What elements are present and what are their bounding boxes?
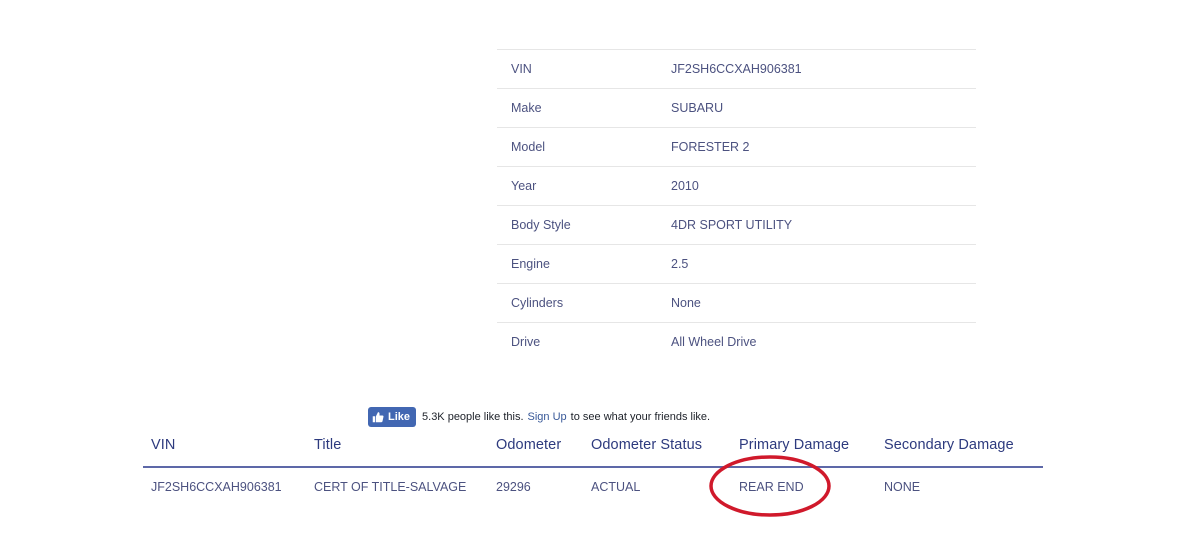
column-header-odometer-status: Odometer Status <box>591 437 703 453</box>
column-header-secondary-damage: Secondary Damage <box>884 437 1014 453</box>
spec-row-year: Year 2010 <box>497 167 976 206</box>
spec-row-body-style: Body Style 4DR SPORT UTILITY <box>497 206 976 245</box>
spec-row-drive: Drive All Wheel Drive <box>497 323 976 361</box>
spec-value: None <box>671 296 701 310</box>
spec-value: 2010 <box>671 179 699 193</box>
table-header-row: VIN Title Odometer Odometer Status Prima… <box>143 432 1043 468</box>
spec-label: Model <box>511 140 546 154</box>
spec-row-vin: VIN JF2SH6CCXAH906381 <box>497 50 976 89</box>
facebook-like-widget: Like 5.3K people like this. Sign Up to s… <box>368 407 710 427</box>
cell-primary-damage: REAR END <box>739 480 804 494</box>
spec-value: 4DR SPORT UTILITY <box>671 218 793 232</box>
spec-label: Make <box>511 101 542 115</box>
cell-title: CERT OF TITLE-SALVAGE <box>314 480 467 494</box>
spec-label: Cylinders <box>511 296 564 310</box>
cell-vin: JF2SH6CCXAH906381 <box>151 480 282 494</box>
spec-row-make: Make SUBARU <box>497 89 976 128</box>
cell-odometer-status: ACTUAL <box>591 480 641 494</box>
facebook-like-label: Like <box>388 411 411 423</box>
facebook-signup-link[interactable]: Sign Up <box>528 411 567 423</box>
spec-row-model: Model FORESTER 2 <box>497 128 976 167</box>
facebook-like-count: 5.3K people like this. <box>422 411 524 423</box>
spec-label: VIN <box>511 62 532 76</box>
spec-value: 2.5 <box>671 257 689 271</box>
column-header-primary-damage: Primary Damage <box>739 437 850 453</box>
spec-row-engine: Engine 2.5 <box>497 245 976 284</box>
table-row: JF2SH6CCXAH906381 CERT OF TITLE-SALVAGE … <box>143 468 1043 506</box>
spec-row-cylinders: Cylinders None <box>497 284 976 323</box>
spec-value: FORESTER 2 <box>671 140 750 154</box>
spec-label: Drive <box>511 335 541 349</box>
spec-value: All Wheel Drive <box>671 335 757 349</box>
spec-label: Year <box>511 179 537 193</box>
facebook-like-button[interactable]: Like <box>368 407 417 427</box>
column-header-odometer: Odometer <box>496 437 562 453</box>
lot-info-table: VIN Title Odometer Odometer Status Prima… <box>143 432 1043 506</box>
spec-label: Body Style <box>511 218 571 232</box>
thumbs-up-icon <box>372 412 384 423</box>
spec-label: Engine <box>511 257 550 271</box>
column-header-title: Title <box>314 437 342 453</box>
cell-secondary-damage: NONE <box>884 480 921 494</box>
spec-value: JF2SH6CCXAH906381 <box>671 62 802 76</box>
column-header-vin: VIN <box>151 437 176 453</box>
cell-odometer: 29296 <box>496 480 531 494</box>
spec-value: SUBARU <box>671 101 724 115</box>
facebook-suffix-text: to see what your friends like. <box>570 411 711 423</box>
vehicle-specs-table: VIN JF2SH6CCXAH906381 Make SUBARU Model … <box>497 49 976 361</box>
